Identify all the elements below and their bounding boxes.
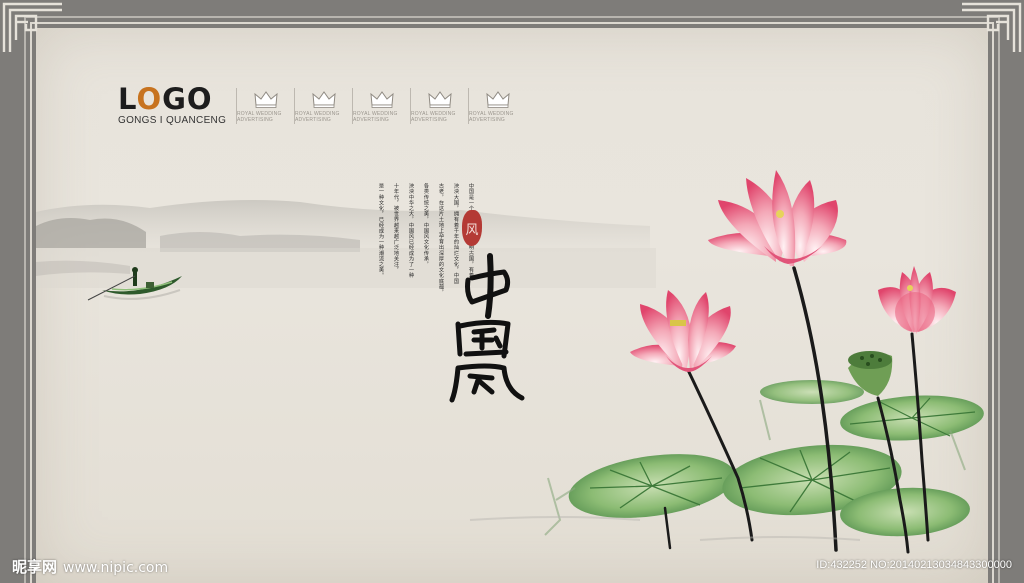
crown-icon bbox=[485, 91, 510, 108]
text-column: 泱泱中华之大，中国风已经成为了一种 bbox=[408, 183, 414, 279]
logo-subtitle: GONGS I QUANCENG bbox=[118, 115, 227, 126]
logo-title: LOGO bbox=[118, 82, 213, 116]
badge-caption: ROYAL WEDDING ADVERTISING bbox=[295, 111, 340, 123]
text-column: 是一种文化，已经成为一种潮流之美。 bbox=[378, 183, 384, 279]
award-badge: ROYAL WEDDING ADVERTISING bbox=[352, 88, 410, 124]
red-seal-stamp: 风 bbox=[462, 210, 482, 246]
badge-caption: ROYAL WEDDING ADVERTISING bbox=[353, 111, 398, 123]
calligraphy-title-icon bbox=[449, 253, 525, 403]
crown-icon bbox=[311, 91, 336, 108]
crown-icon bbox=[369, 91, 394, 108]
award-badge: ROYAL WEDDING ADVERTISING bbox=[236, 88, 294, 124]
watermark-site: 昵享网 www.nipic.com bbox=[12, 558, 169, 576]
badge-caption: ROYAL WEDDING ADVERTISING bbox=[411, 111, 456, 123]
badge-caption: ROYAL WEDDING ADVERTISING bbox=[469, 111, 514, 123]
award-badge: ROYAL WEDDING ADVERTISING bbox=[468, 88, 526, 124]
text-column: 古老，在这片土地上孕育出深厚的文化底蕴， bbox=[438, 183, 444, 295]
watermark-id: ID:432252 NO:20140213034843300000 bbox=[816, 559, 1012, 571]
crown-icon bbox=[253, 91, 278, 108]
brand-logo: LOGO GONGS I QUANCENG bbox=[118, 84, 226, 126]
lotus-flower-large bbox=[708, 170, 847, 266]
lotus-flower-small bbox=[878, 266, 956, 334]
text-column: 十年代，被世界越来越广泛地关注， bbox=[393, 183, 399, 273]
poster: LOGO GONGS I QUANCENG ROYAL WEDDING ADVE… bbox=[0, 0, 1024, 583]
badge-caption: ROYAL WEDDING ADVERTISING bbox=[237, 111, 282, 123]
lotus-flower-medium bbox=[630, 290, 736, 372]
award-badge: ROYAL WEDDING ADVERTISING bbox=[294, 88, 352, 124]
award-badge: ROYAL WEDDING ADVERTISING bbox=[410, 88, 468, 124]
text-column: 各类传统之美，中国风文化传承， bbox=[423, 183, 429, 267]
award-badges: ROYAL WEDDING ADVERTISING ROYAL WEDDING A… bbox=[236, 88, 526, 124]
crown-icon bbox=[427, 91, 452, 108]
